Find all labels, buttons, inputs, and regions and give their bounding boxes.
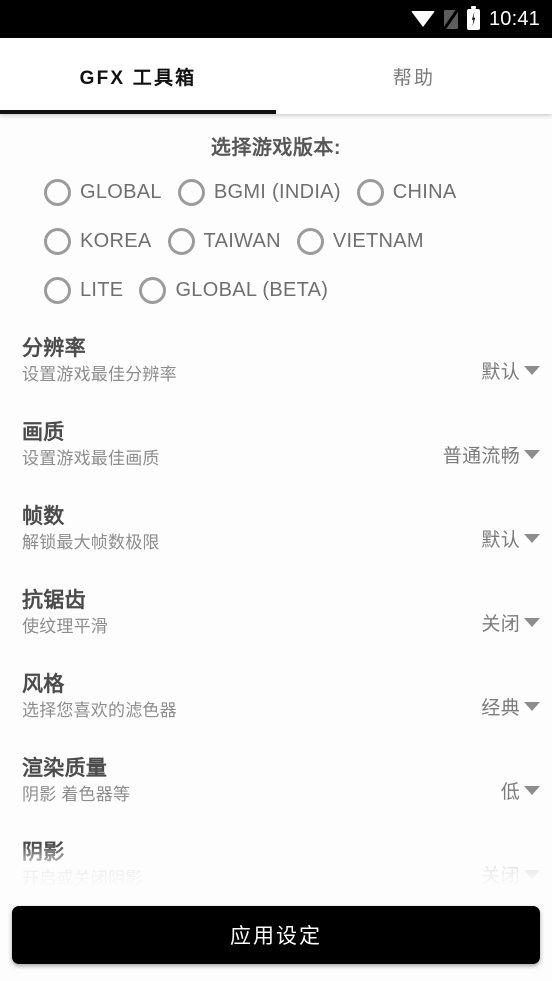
setting-value-text: 关闭 — [481, 614, 520, 635]
radio-option-global[interactable]: GLOBAL — [44, 168, 162, 217]
setting-row-antialiasing[interactable]: 抗锯齿 使纹理平滑 关闭 — [0, 581, 552, 665]
setting-title: 阴影 — [22, 841, 65, 864]
setting-subtitle: 设置游戏最佳分辨率 — [22, 364, 177, 384]
setting-row-shadows[interactable]: 阴影 开启或关闭阴影 关闭 — [0, 833, 552, 889]
radio-label: GLOBAL — [80, 181, 162, 203]
radio-label: GLOBAL (BETA) — [175, 279, 329, 301]
radio-option-global-beta[interactable]: GLOBAL (BETA) — [139, 266, 328, 315]
setting-subtitle: 开启或关闭阴影 — [22, 868, 143, 888]
setting-value-text: 低 — [500, 782, 520, 803]
tab-gfx-toolbox[interactable]: GFX 工具箱 — [0, 38, 276, 114]
setting-text-block: 渲染质量 阴影 着色器等 — [22, 757, 130, 807]
setting-value-text: 关闭 — [481, 866, 520, 887]
chevron-down-icon — [524, 450, 540, 459]
radio-option-china[interactable]: CHINA — [356, 168, 457, 217]
setting-subtitle: 解锁最大帧数极限 — [22, 532, 160, 552]
radio-option-taiwan[interactable]: TAIWAN — [167, 217, 281, 266]
setting-value-dropdown[interactable]: 关闭 — [481, 609, 540, 636]
tab-gfx-toolbox-label: GFX 工具箱 — [79, 67, 197, 89]
setting-text-block: 抗锯齿 使纹理平滑 — [22, 589, 108, 639]
setting-text-block: 画质 设置游戏最佳画质 — [22, 421, 160, 471]
radio-circle-icon — [44, 228, 71, 255]
setting-value-dropdown[interactable]: 经典 — [481, 693, 540, 720]
setting-text-block: 风格 选择您喜欢的滤色器 — [22, 673, 177, 723]
apply-settings-button[interactable]: 应用设定 — [12, 906, 540, 964]
version-section-title: 选择游戏版本: — [210, 137, 342, 159]
chevron-down-icon — [524, 366, 540, 375]
setting-text-block: 帧数 解锁最大帧数极限 — [22, 505, 160, 555]
radio-circle-icon — [44, 179, 71, 206]
chevron-down-icon — [524, 786, 540, 795]
apply-button-bar: 应用设定 — [0, 889, 552, 981]
tab-help-label: 帮助 — [392, 67, 436, 89]
setting-value-dropdown[interactable]: 普通流畅 — [443, 441, 540, 468]
setting-title: 风格 — [22, 673, 65, 696]
setting-value-text: 默认 — [481, 362, 520, 383]
settings-list: 分辨率 设置游戏最佳分辨率 默认 画质 设置游戏最佳画质 普通流畅 帧数 解锁最… — [0, 315, 552, 889]
setting-text-block: 分辨率 设置游戏最佳分辨率 — [22, 337, 177, 387]
app-screen: 10:41 GFX 工具箱 帮助 选择游戏版本: GLOBAL BGMI (IN… — [0, 0, 552, 981]
radio-label: LITE — [80, 279, 124, 301]
setting-value-dropdown[interactable]: 默认 — [481, 525, 540, 552]
radio-circle-icon — [167, 228, 195, 255]
radio-label: KOREA — [80, 230, 152, 252]
radio-circle-icon — [296, 228, 324, 255]
setting-title: 渲染质量 — [22, 757, 108, 780]
battery-charging-icon — [466, 5, 480, 30]
radio-option-bgmi-india[interactable]: BGMI (INDIA) — [177, 168, 341, 217]
chevron-down-icon — [524, 870, 540, 879]
no-sim-icon — [442, 8, 459, 31]
status-bar-clock: 10:41 — [488, 8, 540, 30]
wifi-icon — [410, 11, 435, 27]
setting-row-fps[interactable]: 帧数 解锁最大帧数极限 默认 — [0, 497, 552, 581]
tab-help[interactable]: 帮助 — [276, 38, 552, 114]
setting-subtitle: 设置游戏最佳画质 — [22, 448, 160, 468]
radio-label: VIETNAM — [332, 230, 424, 252]
setting-title: 分辨率 — [22, 337, 86, 360]
setting-value-text: 经典 — [481, 698, 520, 719]
chevron-down-icon — [524, 618, 540, 627]
setting-value-text: 普通流畅 — [442, 446, 520, 467]
radio-circle-icon — [356, 179, 384, 206]
chevron-down-icon — [524, 534, 540, 543]
radio-circle-icon — [139, 277, 167, 304]
setting-value-text: 默认 — [481, 530, 520, 551]
radio-option-vietnam[interactable]: VIETNAM — [296, 217, 424, 266]
setting-text-block: 阴影 开启或关闭阴影 — [22, 841, 142, 889]
setting-value-dropdown[interactable]: 默认 — [481, 357, 540, 384]
tab-bar: GFX 工具箱 帮助 — [0, 38, 552, 114]
radio-circle-icon — [177, 179, 205, 206]
setting-title: 画质 — [22, 421, 65, 444]
settings-scroll-area[interactable]: 选择游戏版本: GLOBAL BGMI (INDIA) CHINA KOREA … — [0, 114, 552, 889]
radio-circle-icon — [44, 277, 71, 304]
setting-subtitle: 阴影 着色器等 — [22, 784, 131, 804]
setting-value-dropdown[interactable]: 低 — [501, 777, 540, 804]
chevron-down-icon — [524, 702, 540, 711]
radio-option-lite[interactable]: LITE — [44, 266, 123, 315]
radio-option-korea[interactable]: KOREA — [44, 217, 152, 266]
radio-label: TAIWAN — [203, 230, 281, 252]
setting-row-graphics[interactable]: 画质 设置游戏最佳画质 普通流畅 — [0, 413, 552, 497]
radio-label: BGMI (INDIA) — [213, 181, 341, 203]
setting-subtitle: 使纹理平滑 — [22, 616, 108, 636]
status-bar: 10:41 — [0, 0, 552, 38]
setting-row-resolution[interactable]: 分辨率 设置游戏最佳分辨率 默认 — [0, 329, 552, 413]
setting-title: 帧数 — [22, 505, 65, 528]
game-version-radio-group: GLOBAL BGMI (INDIA) CHINA KOREA TAIWAN V… — [0, 160, 552, 315]
radio-label: CHINA — [392, 181, 457, 203]
setting-row-render-quality[interactable]: 渲染质量 阴影 着色器等 低 — [0, 749, 552, 833]
setting-subtitle: 选择您喜欢的滤色器 — [22, 700, 177, 720]
setting-title: 抗锯齿 — [22, 589, 86, 612]
setting-row-style[interactable]: 风格 选择您喜欢的滤色器 经典 — [0, 665, 552, 749]
setting-value-dropdown[interactable]: 关闭 — [481, 861, 540, 888]
